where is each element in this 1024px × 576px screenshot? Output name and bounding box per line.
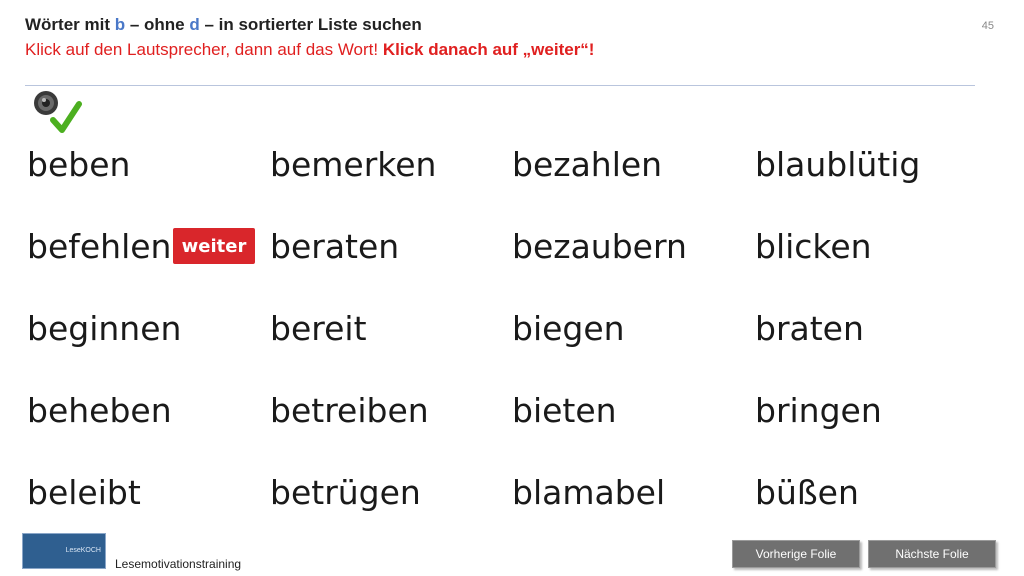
word-beleibt[interactable]: beleibt bbox=[27, 476, 141, 509]
title-part-2: – ohne bbox=[125, 15, 190, 34]
lesekoch-logo: LeseKOCH bbox=[22, 533, 106, 569]
logo-line-2: KOCH bbox=[80, 546, 101, 554]
word-blamabel[interactable]: blamabel bbox=[512, 476, 665, 509]
previous-slide-button[interactable]: Vorherige Folie bbox=[732, 540, 860, 568]
checkmark-icon bbox=[50, 101, 82, 133]
word-betreiben[interactable]: betreiben bbox=[270, 394, 429, 427]
header-divider bbox=[25, 85, 975, 86]
word-bereit[interactable]: bereit bbox=[270, 312, 367, 345]
word-beben[interactable]: beben bbox=[27, 148, 130, 181]
instruction-plain: Klick auf den Lautsprecher, dann auf das… bbox=[25, 40, 383, 59]
page-number: 45 bbox=[981, 20, 994, 32]
word-biegen[interactable]: biegen bbox=[512, 312, 625, 345]
logo-text: LeseKOCH bbox=[66, 547, 101, 555]
title-letter-b: b bbox=[114, 15, 126, 34]
word-beginnen[interactable]: beginnen bbox=[27, 312, 181, 345]
word-befehlen[interactable]: befehlen bbox=[27, 230, 171, 263]
word-beraten[interactable]: beraten bbox=[270, 230, 399, 263]
word-bieten[interactable]: bieten bbox=[512, 394, 617, 427]
word-bezahlen[interactable]: bezahlen bbox=[512, 148, 662, 181]
word-blicken[interactable]: blicken bbox=[755, 230, 872, 263]
word-betruegen[interactable]: betrügen bbox=[270, 476, 421, 509]
slide-title: Wörter mit b – ohne d – in sortierter Li… bbox=[25, 15, 422, 35]
title-letter-d: d bbox=[189, 15, 200, 34]
title-part-1: Wörter mit bbox=[25, 15, 115, 34]
word-blaubluetig[interactable]: blaublütig bbox=[755, 148, 920, 181]
instruction-text: Klick auf den Lautsprecher, dann auf das… bbox=[25, 40, 594, 60]
word-buessen[interactable]: büßen bbox=[755, 476, 859, 509]
title-part-3: – in sortierter Liste suchen bbox=[199, 15, 422, 34]
word-bringen[interactable]: bringen bbox=[755, 394, 882, 427]
weiter-button[interactable]: weiter bbox=[173, 228, 255, 264]
next-slide-button[interactable]: Nächste Folie bbox=[868, 540, 996, 568]
word-beheben[interactable]: beheben bbox=[27, 394, 172, 427]
instruction-bold: Klick danach auf „weiter“! bbox=[382, 40, 595, 59]
footer-label: Lesemotivationstraining bbox=[115, 557, 242, 571]
word-braten[interactable]: braten bbox=[755, 312, 864, 345]
logo-line-1: Lese bbox=[65, 546, 81, 554]
word-bemerken[interactable]: bemerken bbox=[270, 148, 436, 181]
word-bezaubern[interactable]: bezaubern bbox=[512, 230, 687, 263]
